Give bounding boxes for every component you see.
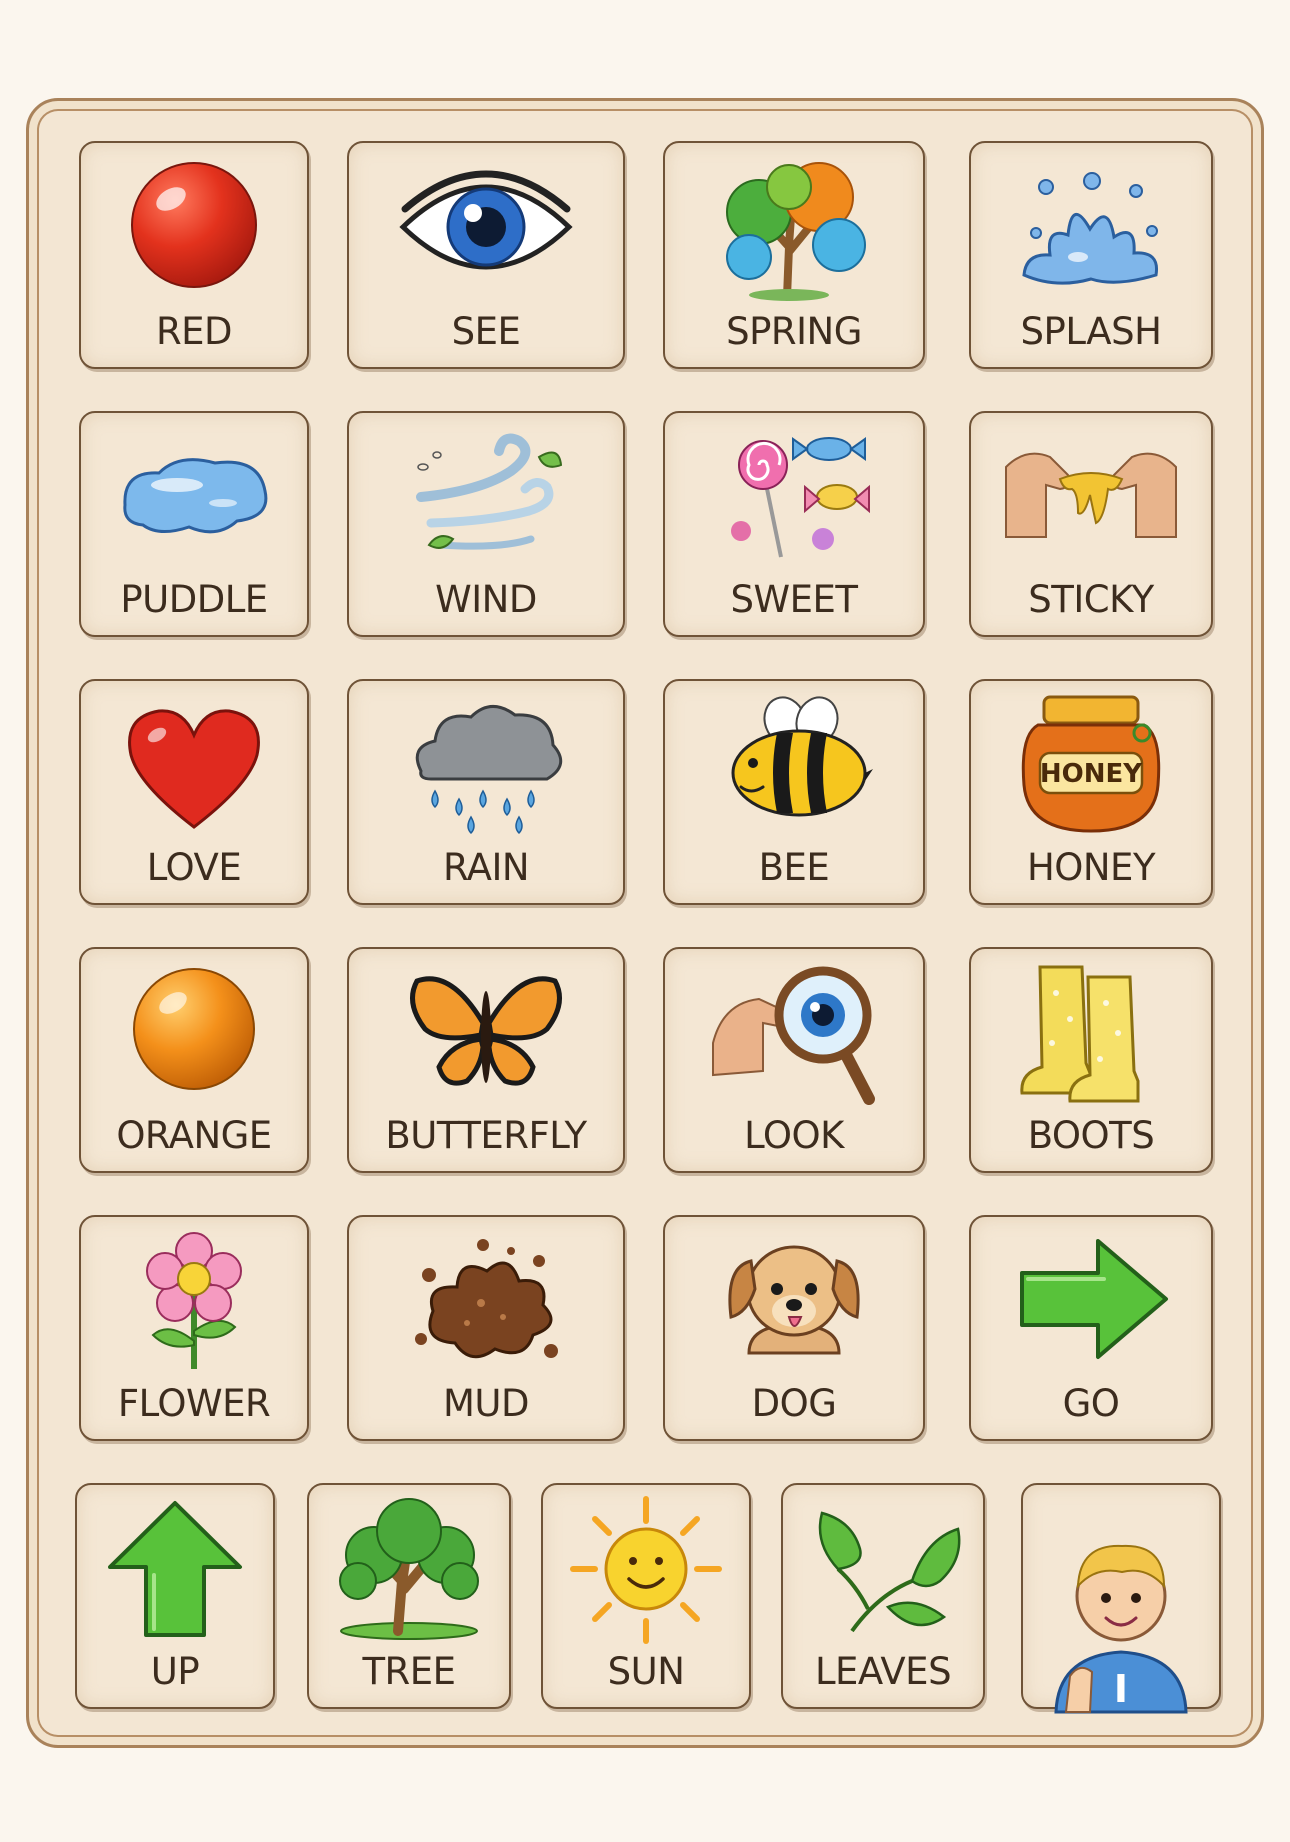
card-tree[interactable]: TREE <box>307 1483 511 1709</box>
bee-icon <box>731 696 873 817</box>
card-label: LOOK <box>744 1114 844 1157</box>
card-sticky[interactable]: STICKY <box>969 411 1213 637</box>
card-look[interactable]: LOOK <box>663 947 925 1173</box>
card-wind[interactable]: WIND <box>347 411 625 637</box>
eye-icon <box>399 170 573 270</box>
puddle-icon <box>123 458 268 534</box>
card-label: FLOWER <box>117 1382 271 1425</box>
card-see[interactable]: SEE <box>347 141 625 369</box>
wind-icon <box>416 433 563 550</box>
card-spring[interactable]: SPRING <box>663 141 925 369</box>
card-label: LEAVES <box>814 1650 952 1693</box>
card-honey[interactable]: HONEY HONEY <box>969 679 1213 905</box>
card-label: PUDDLE <box>120 578 268 621</box>
card-leaves[interactable]: LEAVES <box>781 1483 985 1709</box>
magnifying-glass-icon <box>712 966 875 1105</box>
card-label: MUD <box>443 1382 530 1425</box>
card-dog[interactable]: DOG <box>663 1215 925 1441</box>
candy-icon <box>731 437 870 558</box>
card-label: RAIN <box>442 846 530 889</box>
card-label: WIND <box>435 578 537 621</box>
card-label: BEE <box>758 846 830 889</box>
card-mud[interactable]: MUD <box>347 1215 625 1441</box>
mud-splat-icon <box>415 1239 558 1359</box>
up-arrow-icon <box>108 1501 242 1637</box>
card-rain[interactable]: RAIN <box>347 679 625 905</box>
card-boots[interactable]: BOOTS <box>969 947 1213 1173</box>
red-ball-icon <box>131 162 257 288</box>
butterfly-icon <box>410 976 562 1086</box>
card-label: UP <box>150 1650 200 1693</box>
communication-board: RED SEE SPRING SPLASH PUDDLE WIND SWEET … <box>26 98 1264 1748</box>
shirt-letter: I <box>1114 1667 1128 1711</box>
honey-jar-icon: HONEY <box>1021 695 1161 833</box>
rain-boots-icon <box>1020 965 1140 1103</box>
card-label: SPLASH <box>1020 310 1162 353</box>
boy-pointing-self-icon: I <box>1054 1544 1188 1714</box>
water-splash-icon <box>1022 172 1159 285</box>
card-i[interactable]: I I <box>1021 1483 1221 1714</box>
flower-icon <box>146 1232 242 1369</box>
card-label: GO <box>1062 1382 1120 1425</box>
sticky-hands-icon <box>1005 452 1177 538</box>
card-label: SEE <box>451 310 521 353</box>
heart-icon <box>128 709 260 829</box>
right-arrow-icon <box>1020 1239 1168 1359</box>
dog-icon <box>728 1245 860 1355</box>
card-label: RED <box>155 310 233 353</box>
card-up[interactable]: UP <box>75 1483 275 1709</box>
tree-icon <box>339 1498 479 1640</box>
card-orange[interactable]: ORANGE <box>79 947 309 1173</box>
card-label: STICKY <box>1028 578 1154 621</box>
leaves-icon <box>818 1511 961 1633</box>
card-label: TREE <box>362 1650 456 1693</box>
card-label: ORANGE <box>116 1114 272 1157</box>
card-label: SPRING <box>726 310 862 353</box>
orange-ball-icon <box>133 968 255 1090</box>
card-label: BUTTERFLY <box>385 1114 587 1157</box>
card-flower[interactable]: FLOWER <box>79 1215 309 1441</box>
card-bee[interactable]: BEE <box>663 679 925 905</box>
card-label: LOVE <box>146 846 242 889</box>
card-label: DOG <box>751 1382 837 1425</box>
card-sun[interactable]: SUN <box>541 1483 751 1709</box>
card-butterfly[interactable]: BUTTERFLY <box>347 947 625 1173</box>
card-love[interactable]: LOVE <box>79 679 309 905</box>
card-go[interactable]: GO <box>969 1215 1213 1441</box>
card-puddle[interactable]: PUDDLE <box>79 411 309 637</box>
sun-icon <box>570 1496 722 1644</box>
card-label: SWEET <box>730 578 858 621</box>
card-label: BOOTS <box>1027 1114 1155 1157</box>
rain-cloud-icon <box>415 705 563 835</box>
card-label: HONEY <box>1026 846 1156 889</box>
honey-jar-label: HONEY <box>1040 759 1143 789</box>
card-label: SUN <box>607 1650 685 1693</box>
card-sweet[interactable]: SWEET <box>663 411 925 637</box>
blossom-tree-icon <box>726 162 866 301</box>
card-splash[interactable]: SPLASH <box>969 141 1213 369</box>
card-red[interactable]: RED <box>79 141 309 369</box>
